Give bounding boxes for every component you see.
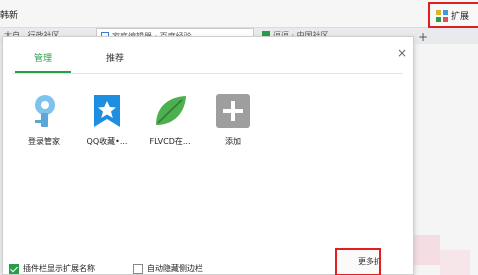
- tab-divider: [13, 73, 403, 74]
- extension-item-flvcd[interactable]: FLVCD在...: [138, 93, 202, 153]
- extensions-button[interactable]: 扩展: [428, 2, 478, 28]
- add-icon: [216, 94, 250, 128]
- show-names-label: 插件栏显示扩展名称: [23, 264, 95, 273]
- popup-tabs: 管理 推荐: [15, 45, 215, 73]
- new-tab-button[interactable]: +: [416, 30, 430, 44]
- auto-hide-label: 自动隐藏侧边栏: [147, 264, 203, 273]
- tab-manage[interactable]: 管理: [15, 45, 71, 73]
- star-bookmark-icon: [94, 95, 120, 127]
- extension-item-add[interactable]: 添加: [201, 93, 265, 153]
- leaf-icon: [156, 96, 186, 125]
- extension-name: FLVCD在...: [149, 137, 191, 146]
- tab-recommend[interactable]: 推荐: [87, 45, 143, 73]
- close-icon[interactable]: ×: [397, 46, 407, 60]
- extension-name: 登录管家: [28, 137, 60, 146]
- watermark-blur: [440, 250, 470, 275]
- extensions-popup: × 管理 推荐 登录管家 QQ收藏•... FLVCD在... 添加 插件栏显示…: [2, 36, 414, 275]
- toolbar-left-text[interactable]: 韩新: [0, 8, 18, 21]
- key-icon: [35, 95, 55, 127]
- extensions-grid-icon: [436, 10, 448, 22]
- browser-toolbar: 韩新 扩展: [0, 0, 478, 28]
- watermark-blur: [410, 235, 440, 265]
- extension-name: 添加: [225, 137, 241, 146]
- extensions-button-label: 扩展: [451, 12, 470, 22]
- extension-item-login-manager[interactable]: 登录管家: [12, 93, 76, 153]
- show-names-checkbox[interactable]: [9, 264, 19, 274]
- auto-hide-checkbox[interactable]: [133, 264, 143, 274]
- extension-item-qq-bookmarks[interactable]: QQ收藏•...: [75, 93, 139, 153]
- extension-name: QQ收藏•...: [86, 137, 128, 146]
- more-extensions-button[interactable]: 更多扩展: [335, 248, 381, 275]
